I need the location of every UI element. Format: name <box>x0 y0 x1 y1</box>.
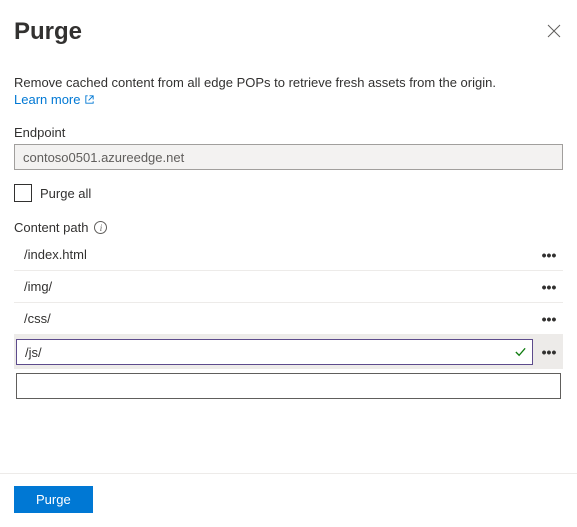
content-path-value[interactable]: /img/ <box>14 271 535 302</box>
content-path-input[interactable] <box>16 339 533 365</box>
content-path-value[interactable]: /index.html <box>14 239 535 270</box>
purge-button[interactable]: Purge <box>14 486 93 513</box>
checkbox-box-icon <box>14 184 32 202</box>
info-icon[interactable]: i <box>94 221 107 234</box>
content-path-value[interactable]: /css/ <box>14 303 535 334</box>
content-path-row: /index.html ••• <box>14 239 563 271</box>
content-path-input-blank[interactable] <box>16 373 561 399</box>
purge-all-checkbox[interactable]: Purge all <box>14 184 563 202</box>
content-path-row-active: ••• <box>14 335 563 369</box>
content-path-label: Content path <box>14 220 88 235</box>
learn-more-label: Learn more <box>14 92 80 107</box>
row-more-button[interactable]: ••• <box>535 335 563 369</box>
endpoint-input[interactable] <box>14 144 563 170</box>
row-more-button[interactable]: ••• <box>535 239 563 270</box>
endpoint-label: Endpoint <box>14 125 563 140</box>
panel-description: Remove cached content from all edge POPs… <box>14 74 563 92</box>
content-path-row: /img/ ••• <box>14 271 563 303</box>
purge-all-label: Purge all <box>40 186 91 201</box>
row-more-button[interactable]: ••• <box>535 303 563 334</box>
ellipsis-icon: ••• <box>542 280 557 294</box>
ellipsis-icon: ••• <box>542 345 557 359</box>
ellipsis-icon: ••• <box>542 248 557 262</box>
external-link-icon <box>84 94 95 105</box>
content-path-row-blank <box>14 369 563 403</box>
ellipsis-icon: ••• <box>542 312 557 326</box>
row-more-button[interactable]: ••• <box>535 271 563 302</box>
content-path-list: /index.html ••• /img/ ••• /css/ ••• ••• <box>14 239 563 403</box>
content-path-row: /css/ ••• <box>14 303 563 335</box>
close-icon <box>547 24 561 38</box>
learn-more-link[interactable]: Learn more <box>14 92 95 107</box>
close-button[interactable] <box>545 22 563 40</box>
panel-title: Purge <box>14 18 82 46</box>
